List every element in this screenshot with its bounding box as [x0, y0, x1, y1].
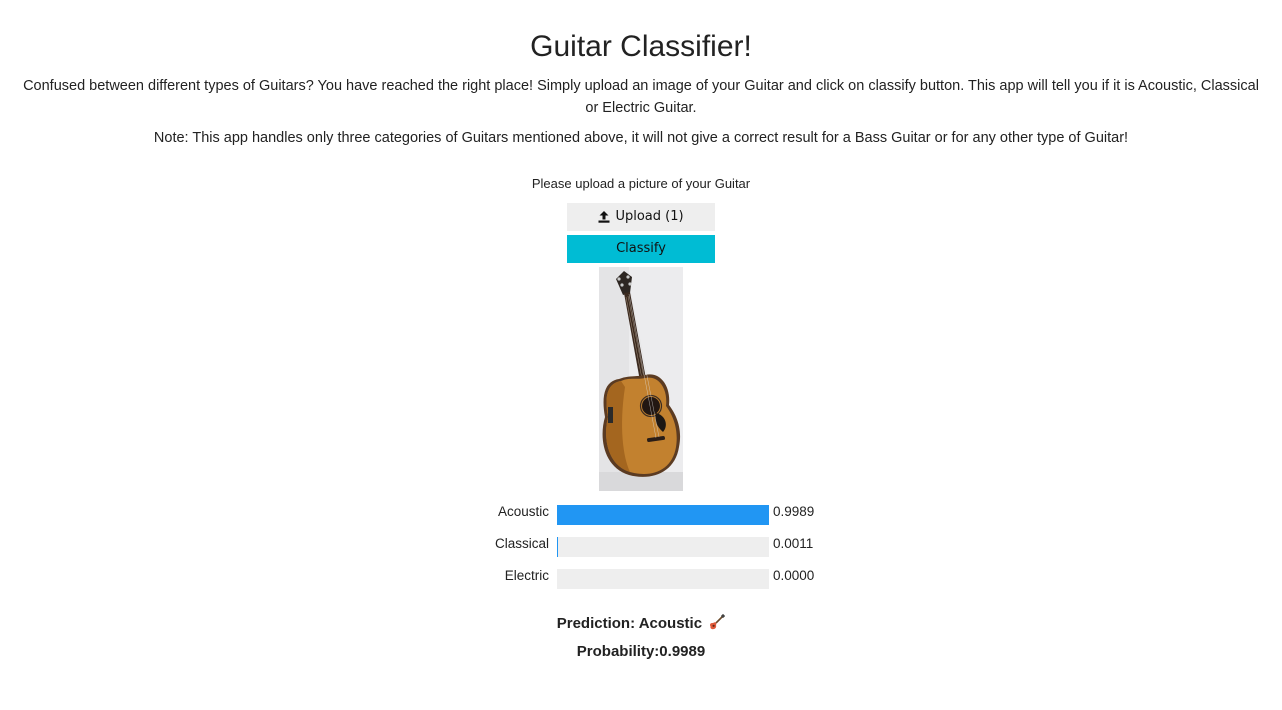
app-description: Confused between different types of Guit… — [23, 78, 1259, 116]
upload-prompt: Please upload a picture of your Guitar — [531, 176, 751, 191]
result-value: 0.0011 — [773, 536, 814, 551]
page-title: Guitar Classifier! — [530, 30, 752, 63]
prediction-label: Prediction: Acoustic — [556, 615, 703, 632]
result-bar-track — [557, 505, 769, 525]
result-label: Classical — [494, 536, 549, 551]
guitar-photo — [599, 267, 683, 491]
result-row-acoustic: Acoustic 0.9989 — [440, 503, 840, 525]
result-row-electric: Electric 0.0000 — [440, 567, 840, 589]
result-bar-track — [557, 537, 769, 557]
app-note: Note: This app handles only three catego… — [153, 130, 1129, 146]
classify-button-label: Classify — [616, 241, 666, 256]
upload-button[interactable]: Upload (1) — [567, 203, 715, 231]
result-label: Acoustic — [497, 504, 549, 519]
upload-button-label: Upload (1) — [615, 209, 684, 224]
upload-icon — [598, 211, 610, 223]
result-row-classical: Classical 0.0011 — [440, 535, 840, 557]
result-bar-track — [557, 569, 769, 589]
result-value: 0.0000 — [773, 568, 815, 583]
prediction-text: Prediction: Acoustic — [0, 613, 1282, 635]
classify-button[interactable]: Classify — [567, 235, 715, 263]
uploaded-guitar-image — [599, 267, 683, 491]
guitar-icon — [710, 614, 726, 630]
guitar-classifier-page: Guitar Classifier! Confused between diff… — [0, 0, 1282, 710]
result-bar-fill — [557, 505, 769, 525]
result-label: Electric — [504, 568, 549, 583]
result-value: 0.9989 — [773, 504, 815, 519]
probability-text: Probability:0.9989 — [576, 643, 706, 660]
